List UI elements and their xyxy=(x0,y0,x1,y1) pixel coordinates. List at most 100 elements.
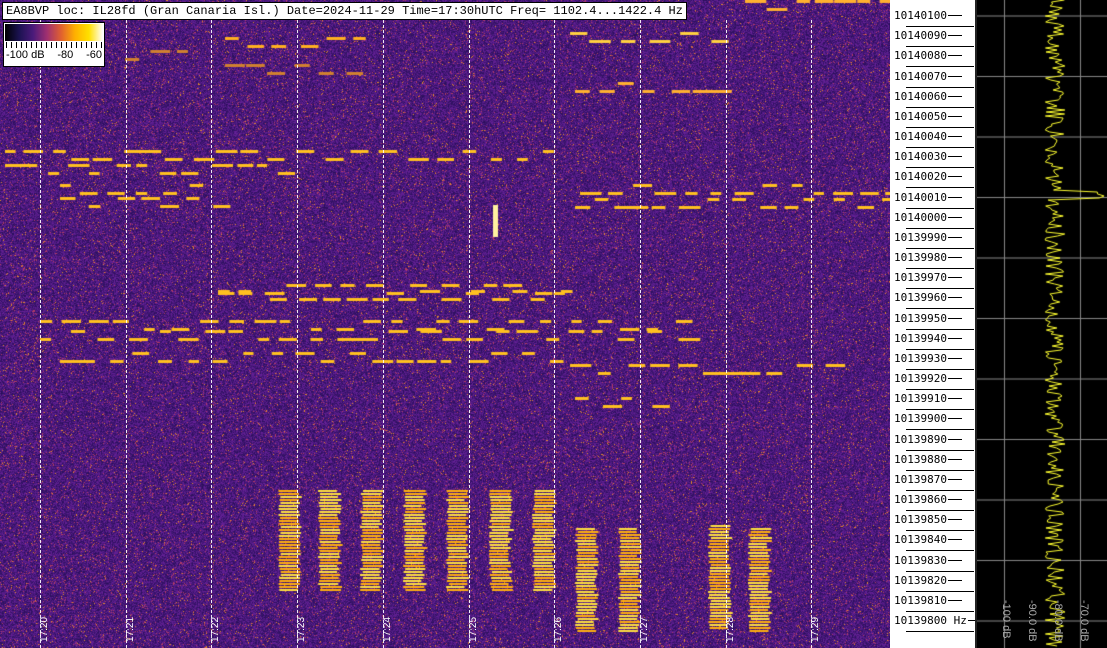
frequency-tick-label: 10140030 xyxy=(894,150,947,164)
frequency-tick: 10139990 xyxy=(894,231,962,244)
time-gridline xyxy=(125,20,127,648)
frequency-tick-label: 10140010 xyxy=(894,190,947,204)
time-gridline xyxy=(40,20,41,648)
tick-mark xyxy=(947,55,962,57)
minor-tick xyxy=(906,187,974,189)
frequency-tick-label: 10139930 xyxy=(894,351,947,365)
frequency-tick: 10139960 xyxy=(894,291,962,304)
time-tick-label: 17:27 xyxy=(638,616,650,642)
time-tick-label: 17:22 xyxy=(210,616,222,642)
minor-tick xyxy=(906,147,974,149)
frequency-tick: 10139810 xyxy=(894,594,962,607)
tick-mark xyxy=(947,297,962,299)
frequency-tick: 10140010 xyxy=(894,191,962,204)
minor-tick xyxy=(906,328,974,330)
profile-db-label: -100 dB xyxy=(1000,600,1012,639)
minor-tick xyxy=(906,106,974,108)
minor-tick xyxy=(906,631,974,633)
frequency-tick-label: 10140040 xyxy=(894,130,947,144)
minor-tick xyxy=(906,207,974,209)
frequency-tick-label: 10139980 xyxy=(894,251,947,265)
frequency-tick-label: 10140070 xyxy=(894,69,947,83)
frequency-tick-label: 10140060 xyxy=(894,89,947,103)
frequency-tick: 10140030 xyxy=(894,150,962,163)
tick-mark xyxy=(947,559,962,561)
minor-tick xyxy=(906,550,974,552)
frequency-tick-label: 10139820 xyxy=(894,573,947,587)
frequency-tick: 10139930 xyxy=(894,352,962,365)
minor-tick xyxy=(906,469,974,471)
frequency-tick: 10139850 xyxy=(894,513,962,526)
tick-mark xyxy=(947,196,962,198)
minor-tick xyxy=(906,510,974,512)
time-tick-label: 17:29 xyxy=(810,616,822,642)
frequency-tick: 10140040 xyxy=(894,130,962,143)
minor-tick xyxy=(906,368,974,370)
minor-tick xyxy=(906,288,974,290)
frequency-tick-label: 10139920 xyxy=(894,372,947,386)
tick-mark xyxy=(947,95,962,97)
frequency-tick-label: 10140020 xyxy=(894,170,947,184)
frequency-tick-label: 10139990 xyxy=(894,230,947,244)
tick-mark xyxy=(947,35,962,37)
tick-mark xyxy=(947,418,962,420)
frequency-tick-label: 10140100 xyxy=(894,9,947,22)
frequency-tick-label: 10139910 xyxy=(894,392,947,406)
tick-mark xyxy=(947,499,962,501)
profile-db-label: -70.0 dB xyxy=(1078,600,1090,642)
frequency-tick: 10139840 xyxy=(894,533,962,546)
tick-mark xyxy=(947,398,962,400)
frequency-tick-label: 10140080 xyxy=(894,49,947,63)
time-tick-label: 17:23 xyxy=(296,616,308,642)
time-gridline xyxy=(211,20,213,648)
minor-tick xyxy=(906,247,974,249)
frequency-tick-label: 10140090 xyxy=(894,29,947,43)
time-gridline xyxy=(382,20,384,648)
frequency-tick: 10139940 xyxy=(894,332,962,345)
tick-mark xyxy=(947,378,962,380)
minor-tick xyxy=(906,348,974,350)
legend-label: -100 dB xyxy=(6,49,45,61)
frequency-tick-label: 10139800 Hz xyxy=(894,614,967,628)
minor-tick xyxy=(906,126,974,128)
minor-tick xyxy=(906,26,974,27)
frequency-tick-label: 10139970 xyxy=(894,271,947,285)
frequency-tick: 10139870 xyxy=(894,473,962,486)
frequency-tick-label: 10139810 xyxy=(894,593,947,607)
frequency-tick-label: 10139960 xyxy=(894,291,947,305)
frequency-tick: 10139820 xyxy=(894,574,962,587)
frequency-tick-label: 10139890 xyxy=(894,432,947,446)
frequency-tick: 10140090 xyxy=(894,29,962,42)
frequency-tick-label: 10139940 xyxy=(894,331,947,345)
frequency-tick-label: 10139840 xyxy=(894,533,947,547)
tick-mark xyxy=(947,478,962,480)
minor-tick xyxy=(906,268,974,270)
tick-mark xyxy=(947,337,962,339)
legend-label: -80 xyxy=(57,49,74,61)
time-tick-label: 17:20 xyxy=(39,616,50,642)
frequency-tick: 10139860 xyxy=(894,493,962,506)
frequency-tick: 10139910 xyxy=(894,392,962,405)
frequency-tick-label: 10139900 xyxy=(894,412,947,426)
frequency-tick-label: 10139950 xyxy=(894,311,947,325)
minor-tick xyxy=(906,429,974,431)
tick-mark xyxy=(947,317,962,319)
frequency-tick-label: 10139870 xyxy=(894,472,947,486)
profile-db-label: -90.0 dB xyxy=(1026,600,1038,642)
tick-mark xyxy=(947,216,962,218)
color-legend: -100 dB -80 -60 xyxy=(3,22,105,67)
frequency-tick: 10139900 xyxy=(894,412,962,425)
frequency-tick: 10139880 xyxy=(894,453,962,466)
minor-tick xyxy=(906,227,974,229)
grabber-title: EA8BVP loc: IL28fd (Gran Canaria Isl.) D… xyxy=(2,2,687,20)
minor-tick xyxy=(906,167,974,169)
frequency-tick-label: 10140050 xyxy=(894,109,947,123)
time-gridline xyxy=(725,20,727,648)
tick-mark xyxy=(947,438,962,440)
time-gridline xyxy=(639,20,641,648)
time-gridline xyxy=(554,20,556,648)
minor-tick xyxy=(906,86,974,88)
frequency-tick: 10140050 xyxy=(894,110,962,123)
minor-tick xyxy=(906,570,974,572)
time-gridline xyxy=(811,20,813,648)
